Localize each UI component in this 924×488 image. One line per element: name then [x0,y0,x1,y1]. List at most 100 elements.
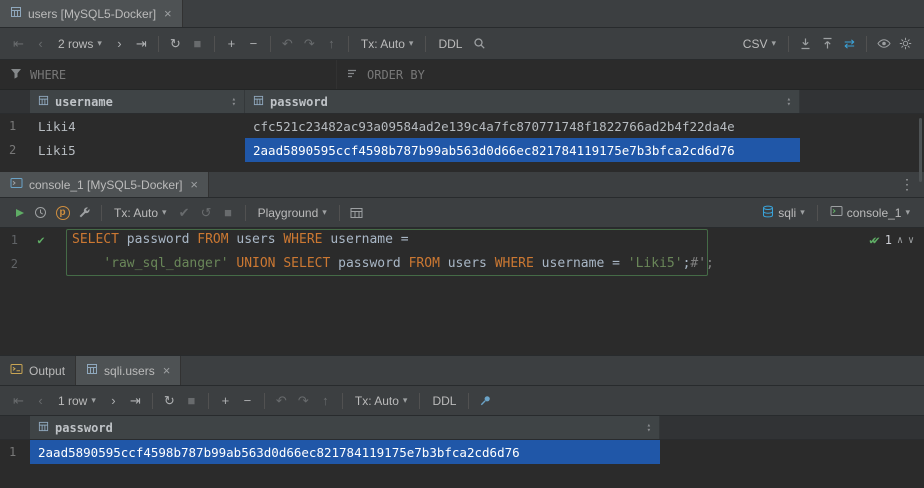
vertical-scrollbar[interactable] [919,118,922,182]
schema-selector[interactable]: sqli ▾ [756,202,811,224]
explain-plan-icon[interactable]: p [52,202,73,224]
add-row-button[interactable]: + [215,390,236,412]
reload-icon[interactable]: ↻ [159,390,180,412]
table-view-icon[interactable] [346,202,367,224]
editor-line-2[interactable]: 2 'raw_sql_danger' UNION SELECT password… [0,252,924,276]
settings-gear-icon[interactable] [895,33,916,55]
toolbar-separator [158,36,159,52]
grid-corner-cell[interactable] [0,416,30,439]
toolbar-separator [468,393,469,409]
cell-password-selected[interactable]: 2aad5890595ccf4598b787b99ab563d0d66ec821… [245,138,800,162]
toolbar-separator [425,36,426,52]
editor-line-1[interactable]: 1 ✔ SELECT password FROM users WHERE use… [0,228,924,252]
delete-row-button[interactable]: − [243,33,264,55]
chevron-down-icon: ▾ [162,207,167,218]
cell-password[interactable]: cfc521c23482ac93a09584ad2e139c4a7fc87077… [245,114,800,138]
prev-page-button[interactable]: ‹ [30,390,51,412]
prev-match-icon[interactable]: ∧ [897,235,903,246]
sql-line-text[interactable]: 'raw_sql_danger' UNION SELECT password F… [64,252,714,276]
grid-corner-cell[interactable] [0,90,30,113]
close-icon[interactable]: × [190,177,198,192]
order-by-icon [347,67,359,82]
next-match-icon[interactable]: ∨ [908,235,914,246]
tab-output[interactable]: Output [0,356,76,385]
add-row-button[interactable]: + [221,33,242,55]
first-page-button[interactable]: ⇤ [8,390,29,412]
stop-icon[interactable]: ■ [187,33,208,55]
revert-icon[interactable]: ↶ [271,390,292,412]
export-download-icon[interactable] [795,33,816,55]
export-format-dropdown[interactable]: CSV ▾ [737,33,782,55]
cell-password-selected[interactable]: 2aad5890595ccf4598b787b99ab563d0d66ec821… [30,440,660,464]
sync-compare-icon[interactable]: ⇄ [839,33,860,55]
console-icon [10,177,23,192]
page-size-dropdown[interactable]: 1 row ▾ [52,390,102,412]
tab-console[interactable]: console_1 [MySQL5-Docker] × [0,172,209,197]
page-size-dropdown[interactable]: 2 rows ▾ [52,33,108,55]
sort-toggle-icon[interactable]: ▴▾ [787,97,791,107]
tx-mode-dropdown[interactable]: Tx: Auto ▾ [108,202,173,224]
column-header-password[interactable]: password ▴▾ [245,90,800,113]
column-icon [38,421,49,435]
database-ide-window: users [MySQL5-Docker] × ⇤ ‹ 2 rows ▾ › ⇥… [0,0,924,488]
playground-dropdown[interactable]: Playground ▾ [252,202,333,224]
next-page-button[interactable]: › [103,390,124,412]
commit-check-icon[interactable]: ✔ [174,202,195,224]
column-header-password[interactable]: password ▴▾ [30,416,660,439]
where-filter-input[interactable]: WHERE [0,60,336,89]
tx-mode-value: Tx: Auto [361,37,405,51]
pin-tab-icon[interactable] [475,390,496,412]
table-row[interactable]: 1 2aad5890595ccf4598b787b99ab563d0d66ec8… [0,440,924,464]
rollback-icon[interactable]: ↺ [196,202,217,224]
tab-result-grid[interactable]: sqli.users × [76,356,181,385]
last-page-button[interactable]: ⇥ [131,33,152,55]
cell-username[interactable]: Liki4 [30,114,245,138]
reload-icon[interactable]: ↻ [165,33,186,55]
order-by-input[interactable]: ORDER BY [336,60,924,89]
ddl-button[interactable]: DDL [426,390,462,412]
close-icon[interactable]: × [164,6,172,21]
tx-mode-dropdown[interactable]: Tx: Auto ▾ [355,33,420,55]
sort-toggle-icon[interactable]: ▴▾ [232,97,236,107]
revert-icon[interactable]: ↶ [277,33,298,55]
ddl-button[interactable]: DDL [432,33,468,55]
search-icon[interactable] [469,33,490,55]
stop-icon[interactable]: ■ [218,202,239,224]
tab-users-grid[interactable]: users [MySQL5-Docker] × [0,0,183,27]
close-icon[interactable]: × [163,363,171,378]
match-navigator[interactable]: ✔ ✔ 1 ∧ ∨ [869,228,914,252]
tab-label: console_1 [MySQL5-Docker] [29,178,182,192]
column-header-username[interactable]: username ▴▾ [30,90,245,113]
import-upload-icon[interactable] [817,33,838,55]
submit-icon[interactable]: ↑ [321,33,342,55]
sql-editor[interactable]: 1 ✔ SELECT password FROM users WHERE use… [0,228,924,356]
cell-username[interactable]: Liki5 [30,138,245,162]
sql-token: password [119,232,197,247]
stop-icon[interactable]: ■ [181,390,202,412]
column-icon [38,95,49,109]
table-row[interactable]: 2 Liki5 2aad5890595ccf4598b787b99ab563d0… [0,138,924,162]
toolbar-separator [245,205,246,221]
eye-view-icon[interactable] [873,33,894,55]
grid-header-filler [800,90,924,113]
submit-icon[interactable]: ↑ [315,390,336,412]
tx-mode-dropdown[interactable]: Tx: Auto ▾ [349,390,414,412]
table-row[interactable]: 1 Liki4 cfc521c23482ac93a09584ad2e139c4a… [0,114,924,138]
prev-page-button[interactable]: ‹ [30,33,51,55]
chevron-down-icon: ▾ [91,395,96,406]
next-page-button[interactable]: › [109,33,130,55]
last-page-button[interactable]: ⇥ [125,390,146,412]
sort-toggle-icon[interactable]: ▴▾ [647,423,651,433]
history-clock-icon[interactable] [30,202,51,224]
run-button[interactable] [8,202,29,224]
wrench-settings-icon[interactable] [74,202,95,224]
delete-row-button[interactable]: − [237,390,258,412]
session-name: console_1 [847,206,902,220]
redo-icon[interactable]: ↷ [293,390,314,412]
first-page-button[interactable]: ⇤ [8,33,29,55]
export-format-value: CSV [743,37,768,51]
redo-icon[interactable]: ↷ [299,33,320,55]
sql-line-text[interactable]: SELECT password FROM users WHERE usernam… [64,228,409,252]
session-selector[interactable]: console_1 ▾ [824,202,916,224]
tx-mode-value: Tx: Auto [114,206,158,220]
